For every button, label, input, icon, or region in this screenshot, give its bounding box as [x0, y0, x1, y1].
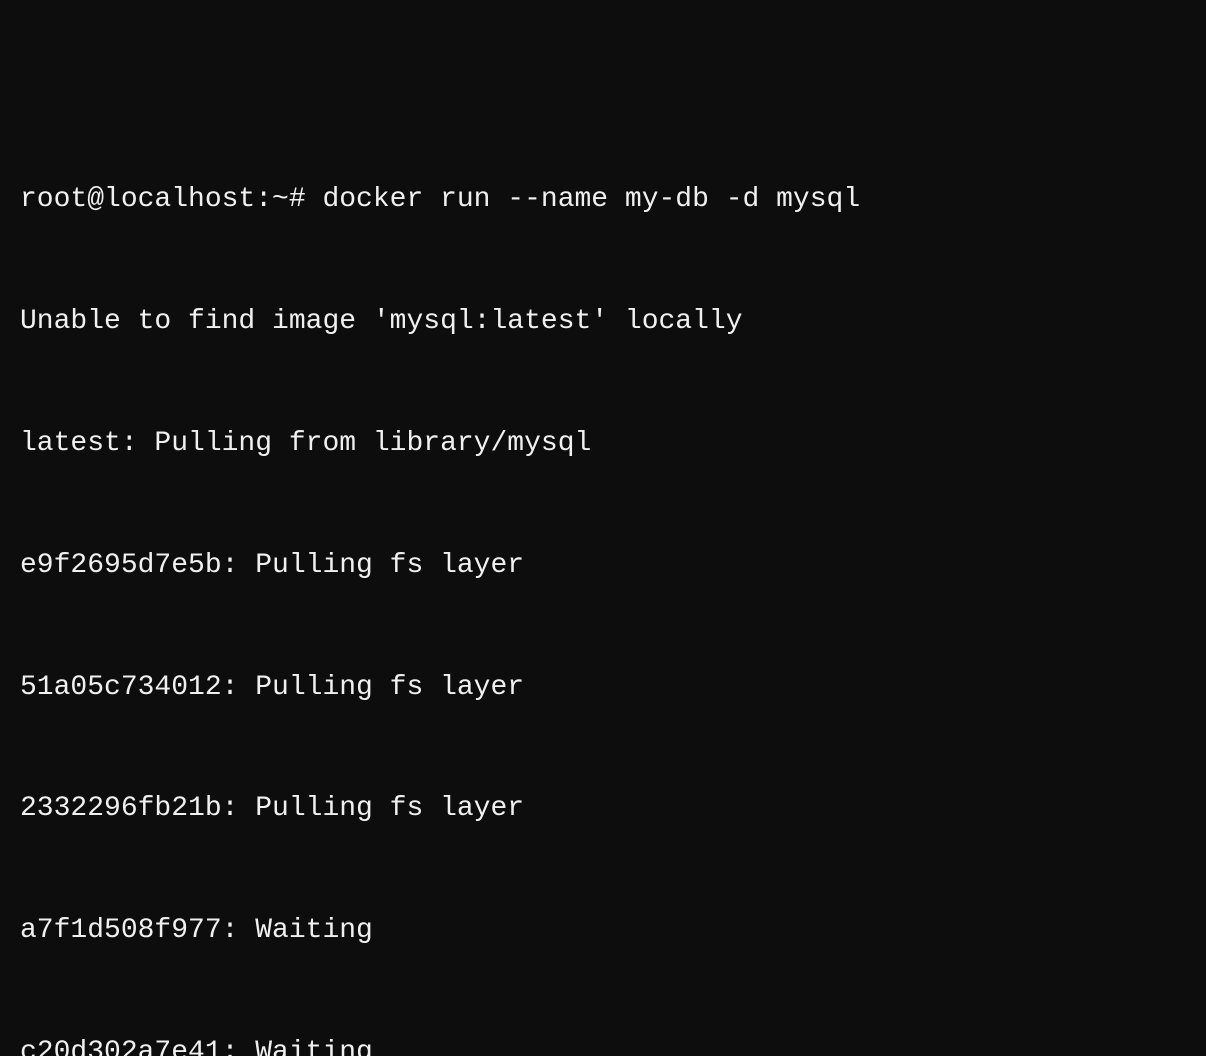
terminal-line: 51a05c734012: Pulling fs layer	[20, 668, 1186, 709]
terminal-line: e9f2695d7e5b: Pulling fs layer	[20, 546, 1186, 587]
terminal-line: a7f1d508f977: Waiting	[20, 911, 1186, 952]
terminal-line: Unable to find image 'mysql:latest' loca…	[20, 302, 1186, 343]
terminal-line: root@localhost:~# docker run --name my-d…	[20, 180, 1186, 221]
terminal-line: latest: Pulling from library/mysql	[20, 424, 1186, 465]
terminal-output: root@localhost:~# docker run --name my-d…	[20, 99, 1186, 1056]
terminal-window[interactable]: root@localhost:~# docker run --name my-d…	[0, 0, 1206, 528]
terminal-line: c20d302a7e41: Waiting	[20, 1033, 1186, 1056]
terminal-line: 2332296fb21b: Pulling fs layer	[20, 789, 1186, 830]
